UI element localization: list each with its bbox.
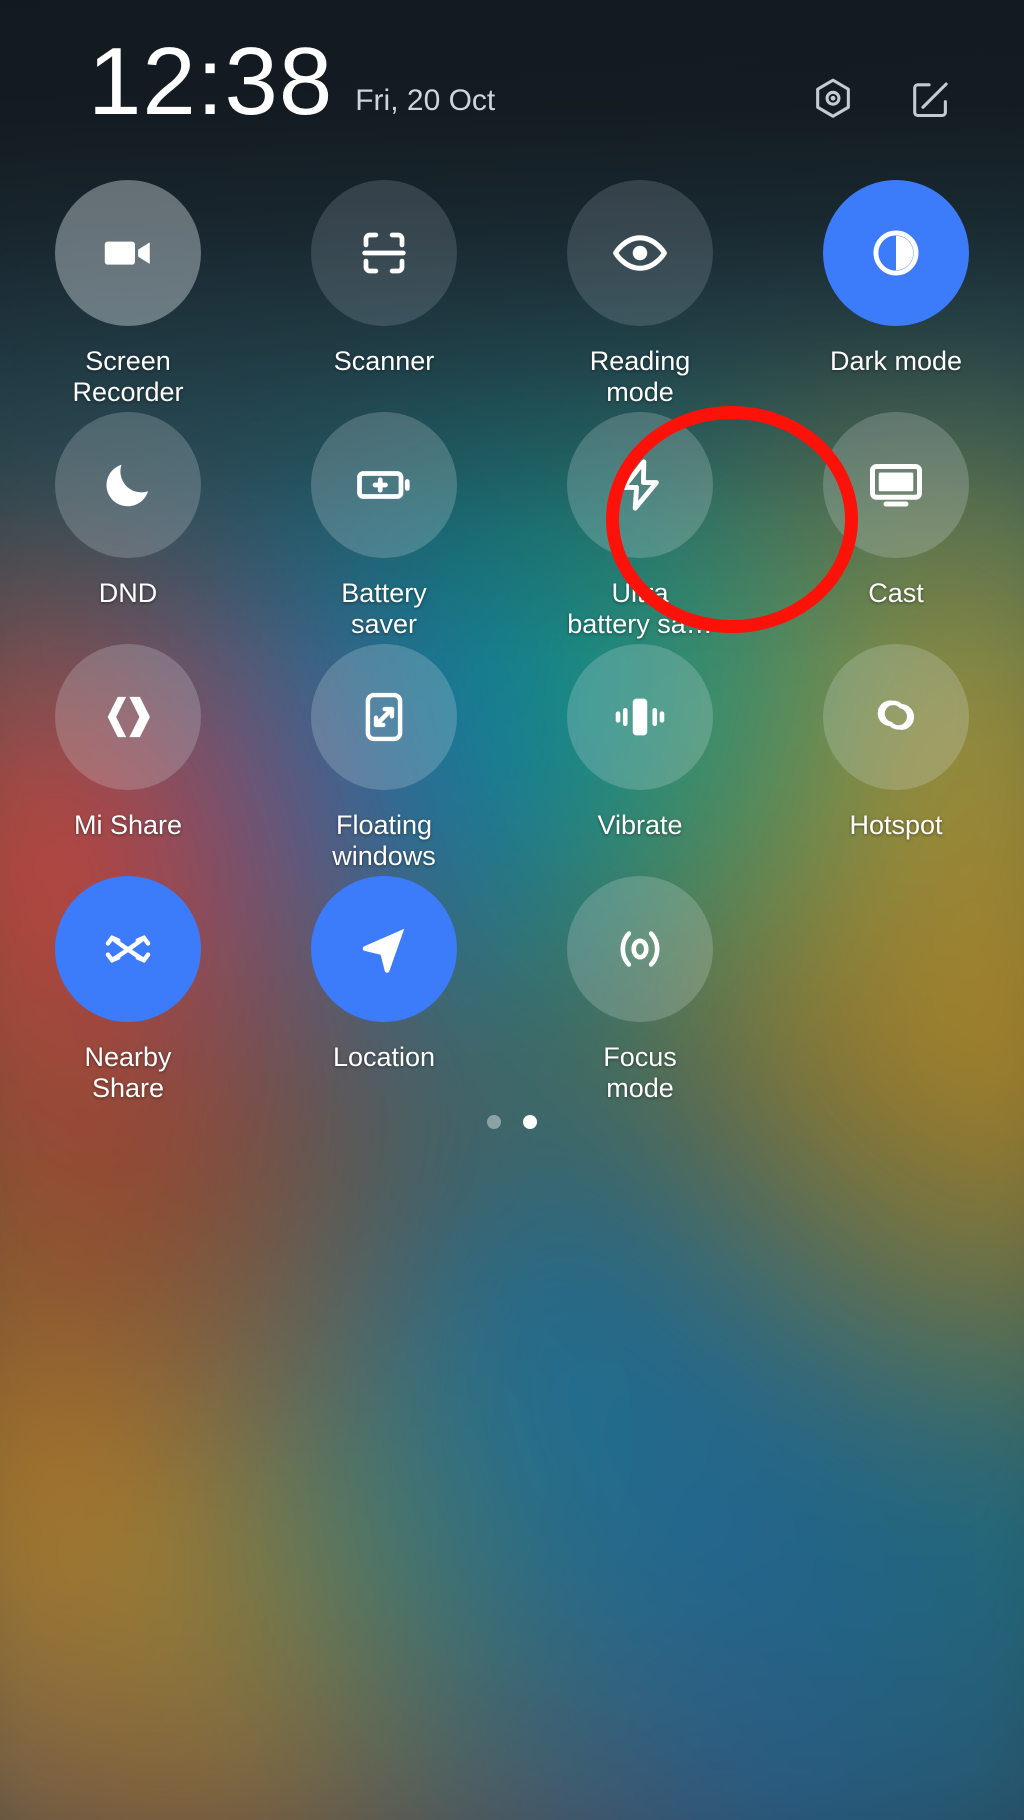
status-header: 12:38 Fri, 20 Oct [0,0,1024,175]
hexagon-settings-icon[interactable] [810,76,856,122]
tile-label: Reading mode [589,346,691,408]
quick-settings-panel: 12:38 Fri, 20 Oct Screen Recorder Scanne… [0,0,1024,1820]
tile-bubble [823,644,969,790]
monitor-cast-icon [869,463,922,507]
tile-label: Ultra battery sa… [567,578,713,640]
clock-time: 12:38 [88,28,334,135]
tile-location[interactable]: Location [256,876,512,1108]
tile-label: Vibrate [597,810,683,840]
lightning-bolt-icon [621,459,659,511]
tile-label: Screen Recorder [72,346,184,408]
tile-label: Focus mode [603,1042,677,1104]
page-indicator [0,1115,1024,1129]
tile-scanner[interactable]: Scanner [256,180,512,412]
page-dot-1[interactable] [487,1115,501,1129]
tile-label: Floating windows [332,810,436,872]
grid-filler [768,876,1024,1108]
nearby-share-icon [105,935,151,963]
quick-settings-grid: Screen Recorder Scanner Reading mode Dar… [0,180,1024,1108]
tile-floating-windows[interactable]: Floating windows [256,644,512,876]
tile-label: Mi Share [73,810,183,840]
tile-label: Battery saver [341,578,427,640]
tile-bubble [311,876,457,1022]
tile-label: Dark mode [829,346,963,376]
tile-nearby-share[interactable]: Nearby Share [0,876,256,1108]
tile-bubble [823,412,969,558]
contrast-circle-icon [873,230,919,276]
page-dot-2[interactable] [523,1115,537,1129]
tile-dnd[interactable]: DND [0,412,256,644]
tile-bubble [567,180,713,326]
clock-date: Fri, 20 Oct [355,84,496,117]
eye-icon [613,235,667,271]
focus-mode-icon [620,931,660,967]
video-camera-icon [104,241,150,265]
hotspot-rings-icon [877,700,915,730]
vibrate-icon [615,698,665,736]
tile-label: Cast [868,578,924,608]
tile-bubble [55,180,201,326]
tile-bubble [567,644,713,790]
tile-label: Scanner [333,346,435,376]
location-arrow-icon [362,928,405,973]
tile-screen-recorder[interactable]: Screen Recorder [0,180,256,412]
crescent-moon-icon [106,464,149,507]
tile-bubble [823,180,969,326]
tile-cast[interactable]: Cast [768,412,1024,644]
battery-plus-icon [357,471,410,499]
clock-group: 12:38 Fri, 20 Oct [88,34,495,130]
tile-label: Hotspot [849,810,943,840]
header-actions [810,76,954,122]
tile-bubble [311,644,457,790]
floating-window-icon [365,692,403,742]
tile-hotspot[interactable]: Hotspot [768,644,1024,876]
tile-bubble [55,412,201,558]
tile-dark-mode[interactable]: Dark mode [768,180,1024,412]
tile-focus-mode[interactable]: Focus mode [512,876,768,1108]
tile-label: Nearby Share [84,1042,172,1104]
tile-bubble [55,876,201,1022]
mi-share-icon [107,696,150,738]
tile-bubble [567,412,713,558]
tile-bubble [55,644,201,790]
tile-reading-mode[interactable]: Reading mode [512,180,768,412]
tile-bubble [567,876,713,1022]
tile-label: DND [98,578,158,608]
tile-label: Location [332,1042,436,1072]
tile-mi-share[interactable]: Mi Share [0,644,256,876]
tile-vibrate[interactable]: Vibrate [512,644,768,876]
edit-pencil-square-icon[interactable] [908,76,954,122]
tile-battery-saver[interactable]: Battery saver [256,412,512,644]
tile-bubble [311,180,457,326]
tile-ultra-battery-saver[interactable]: Ultra battery sa… [512,412,768,644]
scan-frame-icon [362,232,406,274]
tile-bubble [311,412,457,558]
